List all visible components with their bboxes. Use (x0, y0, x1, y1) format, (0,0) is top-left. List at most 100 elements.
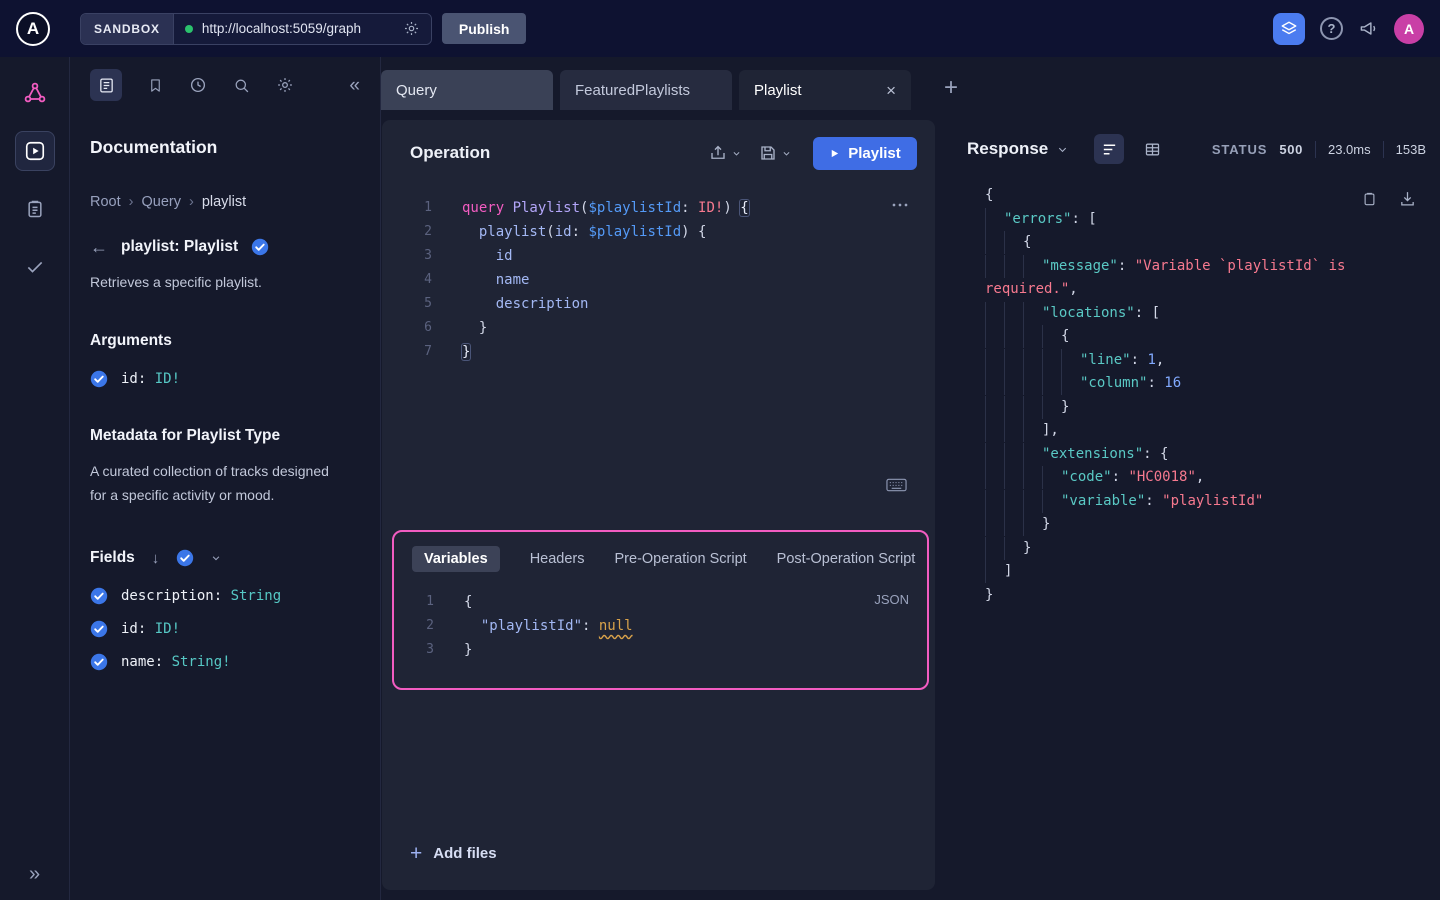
included-check-icon[interactable] (90, 620, 108, 638)
endpoint-url-input[interactable]: http://localhost:5059/graph (173, 14, 431, 44)
field-type-link[interactable]: String! (172, 654, 231, 670)
sidebar-item-explorer[interactable] (15, 131, 55, 171)
response-line: "message": "Variable `playlistId` is req… (985, 255, 1416, 302)
tab-query[interactable]: Query (381, 70, 553, 110)
share-operation-button[interactable] (709, 144, 741, 162)
back-arrow-icon[interactable]: ← (90, 238, 108, 256)
save-icon (759, 144, 777, 162)
fields-heading: Fields (90, 549, 135, 567)
expand-rail-icon[interactable]: » (29, 864, 40, 884)
included-check-icon[interactable] (90, 653, 108, 671)
response-size: 153B (1396, 142, 1426, 157)
docs-item-description: Retrieves a specific playlist. (90, 274, 360, 290)
response-time: 23.0ms (1328, 142, 1371, 157)
field-row: id: ID! (90, 612, 360, 645)
operations-clipboard-icon (25, 199, 45, 219)
select-all-fields-check-icon[interactable] (176, 549, 194, 567)
field-name: id: (121, 371, 155, 387)
collapse-panel-icon[interactable]: « (349, 76, 360, 95)
tab-playlist[interactable]: Playlist× (739, 70, 911, 110)
bookmark-icon[interactable] (148, 77, 163, 94)
response-line: "variable": "playlistId" (985, 490, 1416, 514)
keyboard-shortcuts-icon[interactable] (886, 478, 907, 492)
code-line: 7} (382, 340, 935, 364)
announcements-icon[interactable] (1358, 19, 1379, 38)
line-number: 1 (394, 590, 446, 614)
more-options-icon[interactable] (891, 202, 909, 208)
share-icon (709, 144, 727, 162)
response-chevron-icon[interactable] (1057, 144, 1068, 155)
field-type-link[interactable]: String (231, 588, 282, 604)
tab-featuredplaylists[interactable]: FeaturedPlaylists (560, 70, 732, 110)
line-number: 2 (382, 220, 444, 244)
field-name: id: (121, 621, 155, 637)
vars-tab-post-operation-script[interactable]: Post-Operation Script (777, 551, 916, 567)
breadcrumb: Root›Query›playlist (90, 194, 360, 210)
line-number: 2 (394, 614, 446, 638)
line-number: 1 (382, 196, 444, 220)
save-operation-button[interactable] (759, 144, 791, 162)
line-number: 5 (382, 292, 444, 316)
metadata-description: A curated collection of tracks designed … (90, 459, 332, 507)
connection-settings-gear-icon[interactable] (403, 20, 420, 37)
response-body: {"errors": [{"message": "Variable `playl… (950, 184, 1440, 607)
tab-label: FeaturedPlaylists (575, 82, 690, 99)
included-check-icon[interactable] (90, 370, 108, 388)
user-avatar[interactable]: A (1394, 14, 1424, 44)
field-name: description: (121, 588, 231, 604)
operation-editor[interactable]: 1query Playlist($playlistId: ID!) {2 pla… (382, 180, 935, 364)
line-number: 6 (382, 316, 444, 340)
tree-view-button[interactable] (1094, 134, 1124, 164)
field-type-link[interactable]: ID! (155, 621, 180, 637)
variables-panel: Variables Headers Pre-Operation Script Post… (392, 530, 929, 690)
close-tab-icon[interactable]: × (886, 82, 896, 99)
docs-panel-title: Documentation (90, 137, 360, 158)
field-type-link[interactable]: ID! (155, 371, 180, 387)
vars-tab-headers[interactable]: Headers (530, 551, 585, 567)
documentation-tab-button[interactable] (90, 69, 122, 101)
run-button-label: Playlist (848, 145, 901, 162)
help-icon[interactable]: ? (1320, 17, 1343, 40)
variables-tabs: Variables Headers Pre-Operation Script Post… (394, 532, 927, 580)
vars-tab-pre-operation-script[interactable]: Pre-Operation Script (615, 551, 747, 567)
table-view-button[interactable] (1137, 134, 1167, 164)
arguments-heading: Arguments (90, 332, 360, 350)
sidebar-item-schema[interactable] (15, 73, 55, 113)
graphos-button[interactable] (1273, 13, 1305, 45)
sidebar-item-checks[interactable] (15, 247, 55, 287)
sort-down-icon[interactable]: ↓ (152, 550, 160, 567)
apollo-logo[interactable]: A (16, 12, 50, 46)
top-bar: A SANDBOX http://localhost:5059/graph Pu… (0, 0, 1440, 57)
history-icon[interactable] (189, 76, 207, 94)
copy-response-icon[interactable] (1362, 190, 1377, 208)
line-number: 3 (382, 244, 444, 268)
settings-gear-icon[interactable] (276, 76, 294, 94)
vars-tab-variables[interactable]: Variables (412, 546, 500, 572)
add-files-label: Add files (433, 845, 496, 862)
response-json: {"errors": [{"message": "Variable `playl… (985, 184, 1416, 607)
response-line: } (985, 584, 1416, 608)
left-rail: » (0, 57, 70, 900)
metadata-heading: Metadata for Playlist Type (90, 427, 360, 445)
chevron-down-icon[interactable] (211, 553, 221, 563)
sandbox-chip[interactable]: SANDBOX (81, 14, 173, 44)
endpoint-group: SANDBOX http://localhost:5059/graph (80, 13, 432, 45)
search-icon[interactable] (233, 77, 250, 94)
sidebar-item-operations[interactable] (15, 189, 55, 229)
operation-tabs: Query FeaturedPlaylists Playlist× (381, 70, 911, 110)
breadcrumb-item[interactable]: Query (141, 194, 181, 210)
download-response-icon[interactable] (1399, 190, 1416, 208)
run-operation-button[interactable]: Playlist (813, 137, 917, 170)
included-check-icon[interactable] (251, 238, 269, 256)
tab-label: Query (396, 82, 437, 99)
variables-editor[interactable]: JSON 1{2 "playlistId": null3} (394, 580, 927, 662)
included-check-icon[interactable] (90, 587, 108, 605)
layers-icon (1280, 20, 1298, 38)
breadcrumb-item[interactable]: Root (90, 194, 121, 210)
publish-button[interactable]: Publish (442, 13, 527, 44)
breadcrumb-separator: › (129, 194, 134, 210)
new-tab-button[interactable]: + (944, 76, 958, 100)
code-line: 1{ (394, 590, 927, 614)
response-title: Response (967, 139, 1048, 159)
add-files-button[interactable]: + Add files (410, 843, 497, 864)
